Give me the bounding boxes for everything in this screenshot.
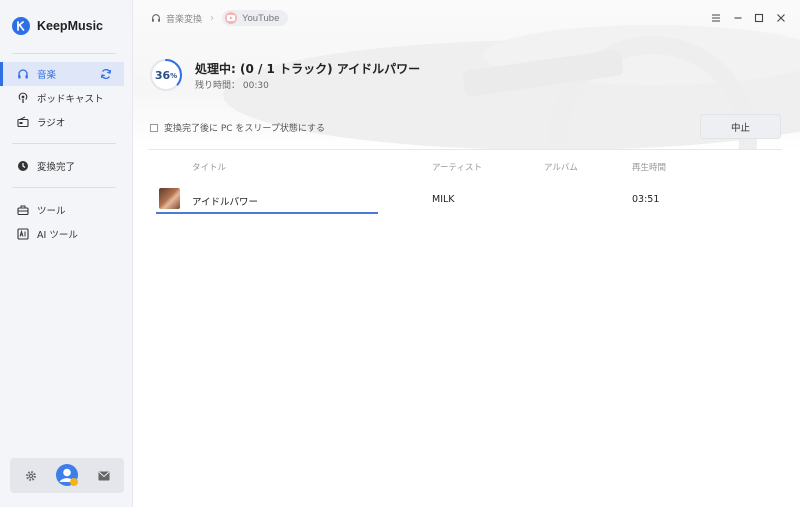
sidebar-item-music[interactable]: 音楽 [0, 62, 124, 86]
track-title: アイドルパワー [192, 197, 259, 208]
sidebar: KeepMusic 音楽 ポッドキャスト ラジオ 変換完了 ツール AI ツール [0, 0, 133, 507]
sidebar-item-label: 変換完了 [37, 162, 76, 173]
table-divider [148, 149, 782, 150]
podcast-icon [17, 92, 29, 104]
toolbox-icon [17, 204, 29, 216]
mail-icon[interactable] [97, 470, 110, 481]
sidebar-item-label: ポッドキャスト [37, 94, 104, 105]
main-panel: 音楽変換 › YouTube 36% 処理中: (0 / 1 トラック) アイド… [133, 0, 800, 507]
track-artwork [159, 188, 180, 209]
column-header-album[interactable]: アルバム [544, 161, 578, 173]
minimize-icon[interactable] [731, 11, 745, 25]
conversion-title: 処理中: (0 / 1 トラック) アイドルパワー [195, 62, 421, 76]
sidebar-divider [12, 143, 116, 144]
breadcrumb: 音楽変換 › YouTube [151, 10, 289, 26]
track-duration: 03:51 [632, 194, 660, 205]
app-logo: KeepMusic [12, 16, 103, 36]
avatar[interactable] [55, 463, 79, 487]
sleep-checkbox[interactable] [150, 123, 158, 132]
keepmusic-logo-icon [12, 17, 30, 35]
sidebar-item-label: ラジオ [37, 118, 66, 129]
sleep-option[interactable]: 変換完了後に PC をスリープ状態にする [150, 121, 325, 134]
menu-icon[interactable] [709, 11, 723, 25]
app-name: KeepMusic [37, 19, 103, 33]
column-header-duration[interactable]: 再生時間 [632, 161, 666, 173]
breadcrumb-section[interactable]: 音楽変換 [166, 12, 202, 25]
track-artist: MILK [432, 194, 455, 205]
header-banner: 音楽変換 › YouTube 36% 処理中: (0 / 1 トラック) アイド… [133, 0, 800, 150]
sidebar-divider [12, 187, 116, 188]
source-pill: YouTube [222, 10, 289, 26]
youtube-icon [225, 12, 238, 24]
progress-number: 36 [154, 68, 171, 82]
chevron-right-icon: › [210, 12, 215, 24]
column-header-title[interactable]: タイトル [192, 161, 226, 173]
ai-icon [17, 228, 29, 240]
sidebar-divider [12, 53, 116, 54]
sleep-label: 変換完了後に PC をスリープ状態にする [164, 124, 325, 134]
remaining-time: 残り時間： 00:30 [195, 81, 269, 91]
sidebar-item-label: AI ツール [37, 230, 78, 241]
gear-icon[interactable] [24, 469, 37, 482]
clock-icon [17, 160, 29, 172]
sidebar-item-tools[interactable]: ツール [0, 198, 124, 222]
progress-percent: 36% [154, 68, 178, 82]
maximize-icon[interactable] [752, 11, 766, 25]
close-icon[interactable] [774, 11, 788, 25]
stop-button[interactable]: 中止 [700, 114, 781, 139]
headphones-icon [17, 68, 29, 80]
track-progress-bar [156, 212, 378, 214]
sidebar-item-radio[interactable]: ラジオ [0, 110, 124, 134]
sidebar-item-label: ツール [37, 206, 66, 217]
sync-icon[interactable] [100, 68, 112, 80]
radio-icon [17, 116, 29, 128]
column-header-artist[interactable]: アーティスト [432, 161, 482, 173]
sidebar-item-label: 音楽 [37, 70, 57, 81]
headphones-icon [151, 13, 161, 23]
sidebar-item-converted[interactable]: 変換完了 [0, 154, 124, 178]
sidebar-item-podcast[interactable]: ポッドキャスト [0, 86, 124, 110]
sidebar-item-ai-tools[interactable]: AI ツール [0, 222, 124, 246]
sidebar-footer [10, 458, 124, 493]
source-name: YouTube [242, 12, 280, 24]
